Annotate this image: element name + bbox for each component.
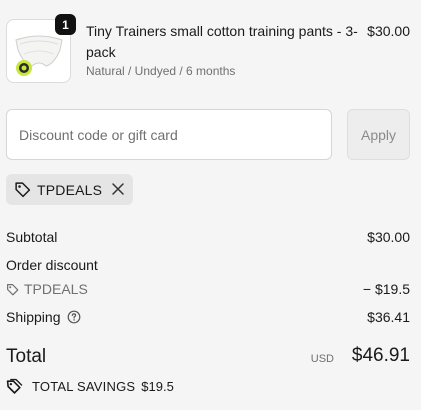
shipping-label: Shipping <box>6 309 61 325</box>
total-savings-label: TOTAL SAVINGS <box>32 379 136 394</box>
order-discount-row: Order discount <box>6 257 410 273</box>
total-savings: TOTAL SAVINGS $19.5 <box>6 378 174 395</box>
savings-tag-icon <box>6 378 23 394</box>
total-value: $46.91 <box>351 345 410 366</box>
discount-amount: − $19.5 <box>362 281 410 297</box>
total-label: Total <box>6 346 47 367</box>
subtotal-value: $30.00 <box>367 229 410 245</box>
apply-discount-button[interactable]: Apply <box>347 109 410 160</box>
help-circle-icon[interactable] <box>67 310 81 324</box>
applied-discount-code: TPDEALS <box>37 181 103 198</box>
shipping-row: Shipping $36.41 <box>6 309 410 325</box>
applied-discount-chip: TPDEALS <box>6 174 133 205</box>
shipping-value: $36.41 <box>367 309 410 325</box>
quantity-badge: 1 <box>55 14 76 35</box>
line-item: 1 Tiny Trainers small cotton training pa… <box>6 14 410 88</box>
product-title: Tiny Trainers small cotton training pant… <box>86 23 358 60</box>
discount-code-input[interactable] <box>6 109 332 160</box>
total-currency: USD <box>310 353 334 365</box>
product-variant: Natural / Undyed / 6 months <box>86 64 236 78</box>
subtotal-row: Subtotal $30.00 <box>6 229 410 245</box>
close-icon[interactable] <box>111 182 125 196</box>
tag-icon <box>7 283 19 295</box>
discount-code-name: TPDEALS <box>24 281 88 297</box>
tag-icon <box>15 182 31 198</box>
discount-code-row: TPDEALS − $19.5 <box>6 281 410 297</box>
total-savings-value: $19.5 <box>141 379 174 394</box>
product-price: $30.00 <box>367 23 410 39</box>
subtotal-label: Subtotal <box>6 229 58 245</box>
order-discount-label: Order discount <box>6 257 98 273</box>
